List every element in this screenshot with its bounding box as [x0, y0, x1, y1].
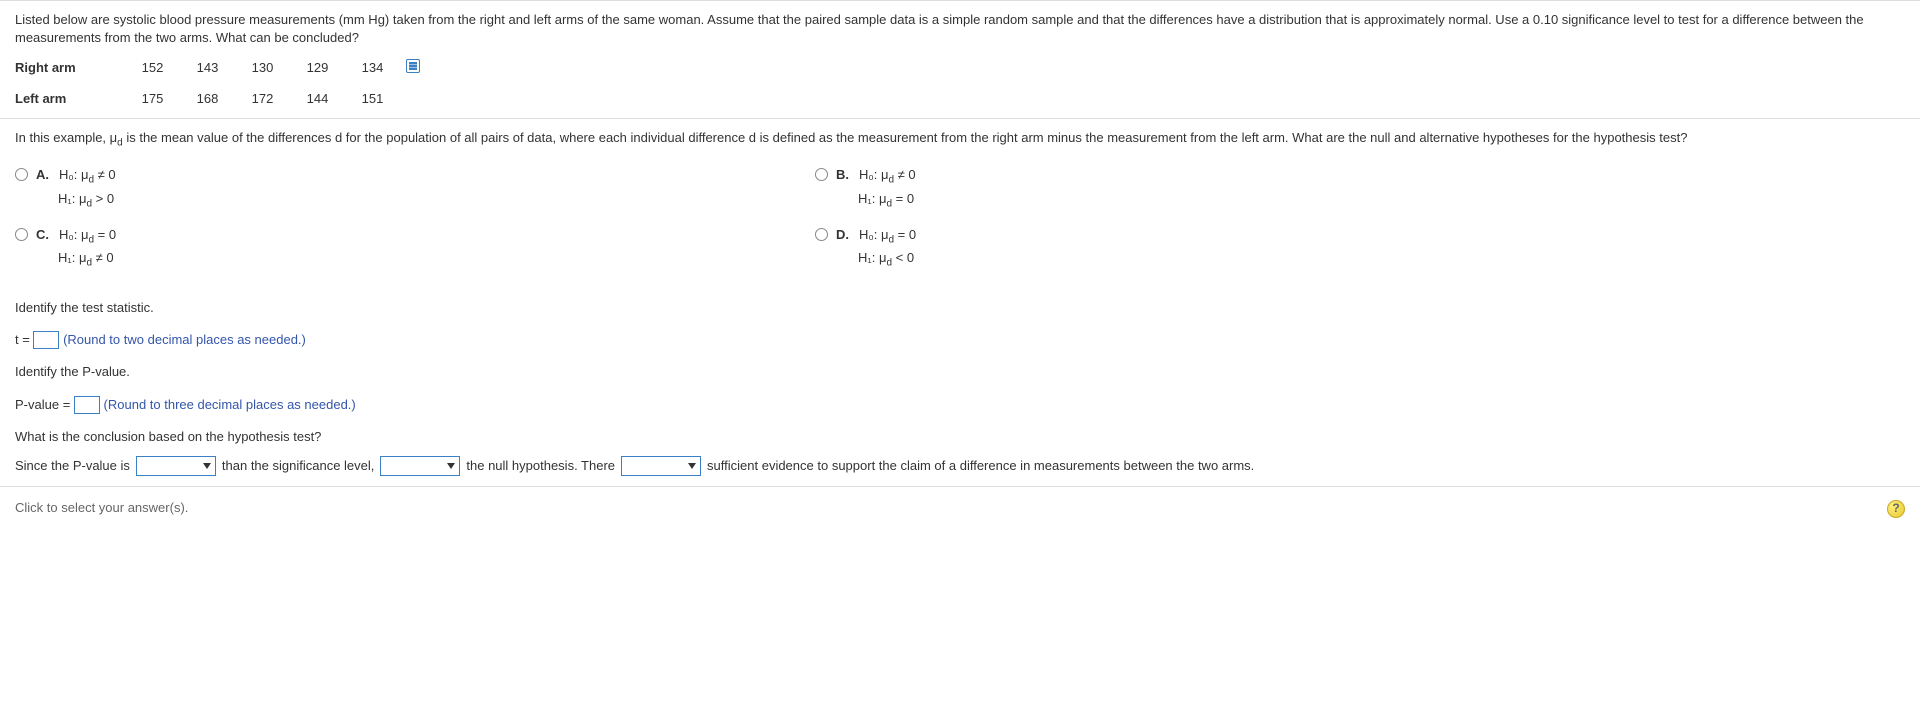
data-cell: 129	[290, 59, 345, 77]
t-hint: (Round to two decimal places as needed.)	[63, 332, 306, 347]
table-row-left: Left arm 175 168 172 144 151	[15, 90, 1905, 108]
option-a[interactable]: A. H₀: μd ≠ 0 H₁: μd > 0	[15, 166, 815, 211]
reject-select[interactable]	[380, 456, 460, 476]
p-prefix: P-value =	[15, 397, 74, 412]
radio-d[interactable]	[815, 228, 828, 241]
option-b[interactable]: B. H₀: μd ≠ 0 H₁: μd = 0	[815, 166, 1615, 211]
option-h0: H₀: μd = 0	[859, 226, 916, 248]
t-input[interactable]	[33, 331, 59, 349]
option-h0: H₀: μd = 0	[59, 226, 116, 248]
hypothesis-question: In this example, μd is the mean value of…	[15, 129, 1905, 151]
data-cell: 168	[180, 90, 235, 108]
concl-text-3: the null hypothesis. There	[466, 457, 615, 475]
radio-b[interactable]	[815, 168, 828, 181]
radio-c[interactable]	[15, 228, 28, 241]
data-cell: 152	[125, 59, 180, 77]
option-label: B.	[836, 166, 849, 188]
help-icon[interactable]: ?	[1887, 500, 1905, 518]
concl-text-2: than the significance level,	[222, 457, 374, 475]
chevron-down-icon	[203, 463, 211, 469]
option-d[interactable]: D. H₀: μd = 0 H₁: μd < 0	[815, 226, 1615, 271]
data-cell: 134	[345, 59, 400, 77]
table-row-right: Right arm 152 143 130 129 134	[15, 59, 1905, 77]
data-cell: 175	[125, 90, 180, 108]
chevron-down-icon	[447, 463, 455, 469]
row-label-right: Right arm	[15, 59, 125, 77]
option-c[interactable]: C. H₀: μd = 0 H₁: μd ≠ 0	[15, 226, 815, 271]
option-h1: H₁: μd ≠ 0	[58, 249, 116, 271]
text: In this example,	[15, 130, 110, 145]
problem-intro: Listed below are systolic blood pressure…	[15, 11, 1905, 47]
option-h0: H₀: μd ≠ 0	[859, 166, 916, 188]
radio-a[interactable]	[15, 168, 28, 181]
identify-test-statistic: Identify the test statistic.	[15, 299, 1905, 317]
chevron-down-icon	[688, 463, 696, 469]
compare-select[interactable]	[136, 456, 216, 476]
row-label-left: Left arm	[15, 90, 125, 108]
data-cell: 144	[290, 90, 345, 108]
option-h1: H₁: μd < 0	[858, 249, 916, 271]
data-cell: 143	[180, 59, 235, 77]
data-table-icon[interactable]	[406, 59, 420, 73]
option-label: A.	[36, 166, 49, 188]
option-h1: H₁: μd = 0	[858, 190, 916, 212]
option-h1: H₁: μd > 0	[58, 190, 116, 212]
concl-text-1: Since the P-value is	[15, 457, 130, 475]
t-prefix: t =	[15, 332, 33, 347]
data-cell: 130	[235, 59, 290, 77]
p-hint: (Round to three decimal places as needed…	[104, 397, 356, 412]
option-h0: H₀: μd ≠ 0	[59, 166, 116, 188]
option-label: C.	[36, 226, 49, 248]
option-label: D.	[836, 226, 849, 248]
conclusion-question: What is the conclusion based on the hypo…	[15, 428, 1905, 446]
identify-p-value: Identify the P-value.	[15, 363, 1905, 381]
data-cell: 172	[235, 90, 290, 108]
sufficient-select[interactable]	[621, 456, 701, 476]
footer-instruction: Click to select your answer(s).	[15, 499, 188, 517]
p-input[interactable]	[74, 396, 100, 414]
text: is the mean value of the differences d f…	[123, 130, 1688, 145]
data-cell: 151	[345, 90, 400, 108]
concl-text-4: sufficient evidence to support the claim…	[707, 457, 1254, 475]
